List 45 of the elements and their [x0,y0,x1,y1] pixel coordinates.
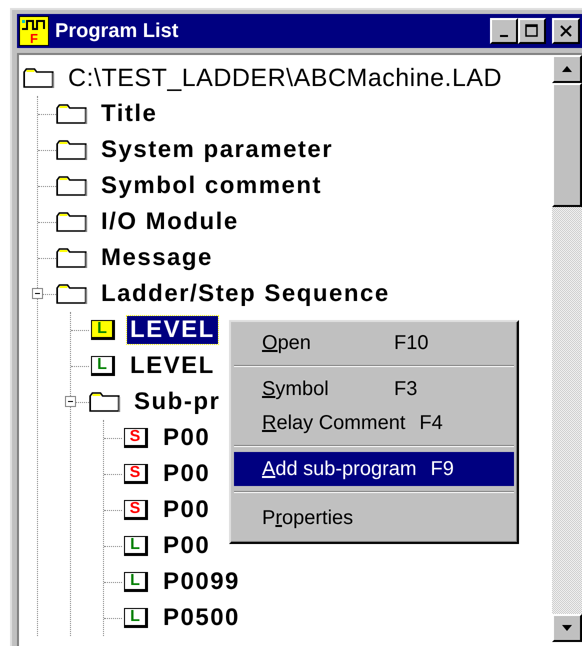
scroll-up-button[interactable] [552,55,582,83]
folder-icon [23,67,55,89]
collapse-toggle[interactable] [32,288,43,298]
tree-item[interactable]: P00 [160,424,214,452]
tree-item[interactable]: System parameter [98,136,336,164]
tree-item[interactable]: P0099 [160,568,243,596]
ladder-program-icon: L [124,608,148,628]
minimize-button[interactable] [490,18,518,44]
step-program-icon: S [124,464,148,484]
step-program-icon: S [124,500,148,520]
maximize-button[interactable] [518,18,546,44]
tree-item[interactable]: P00 [160,532,214,560]
menu-item[interactable]: Relay Comment F4 [234,406,514,440]
ladder-program-icon: L [124,536,148,556]
tree-item[interactable]: LEVEL [127,352,218,380]
tree-item[interactable]: I/O Module [98,208,242,236]
maximize-icon [525,24,539,38]
close-button[interactable] [552,18,580,44]
tree-item[interactable]: Sub-pr [131,388,224,416]
window-title: Program List [55,20,180,42]
tree-item[interactable]: P00 [160,496,214,524]
menu-item[interactable]: Properties [234,498,514,538]
up-arrow-icon [561,65,573,73]
scroll-down-button[interactable] [552,614,582,642]
down-arrow-icon [561,624,573,632]
app-icon: F [19,16,49,46]
ladder-program-icon: L [91,320,115,340]
scrollbar-thumb[interactable] [552,83,582,207]
ladder-program-icon: L [124,572,148,592]
menu-item[interactable]: Open F10 [234,326,514,360]
minimize-icon [500,35,508,37]
tree-item[interactable]: P00 [160,460,214,488]
step-program-icon: S [124,428,148,448]
tree-item[interactable]: Message [98,244,216,272]
tree-item[interactable]: Symbol comment [98,172,326,200]
tree-item[interactable]: C:\TEST_LADDER\ABCMachine.LAD [65,64,506,92]
close-icon [559,24,573,38]
tree-item[interactable]: P0500 [160,604,243,632]
menu-item[interactable]: Symbol F3 [234,372,514,406]
tree-item[interactable]: LEVEL [127,316,218,344]
tree-item[interactable]: Title [98,100,160,128]
collapse-toggle[interactable] [65,396,76,406]
tree-item[interactable]: Ladder/Step Sequence [98,280,393,308]
ladder-program-icon: L [91,356,115,376]
menu-item[interactable]: Add sub-program F9 [234,452,514,486]
